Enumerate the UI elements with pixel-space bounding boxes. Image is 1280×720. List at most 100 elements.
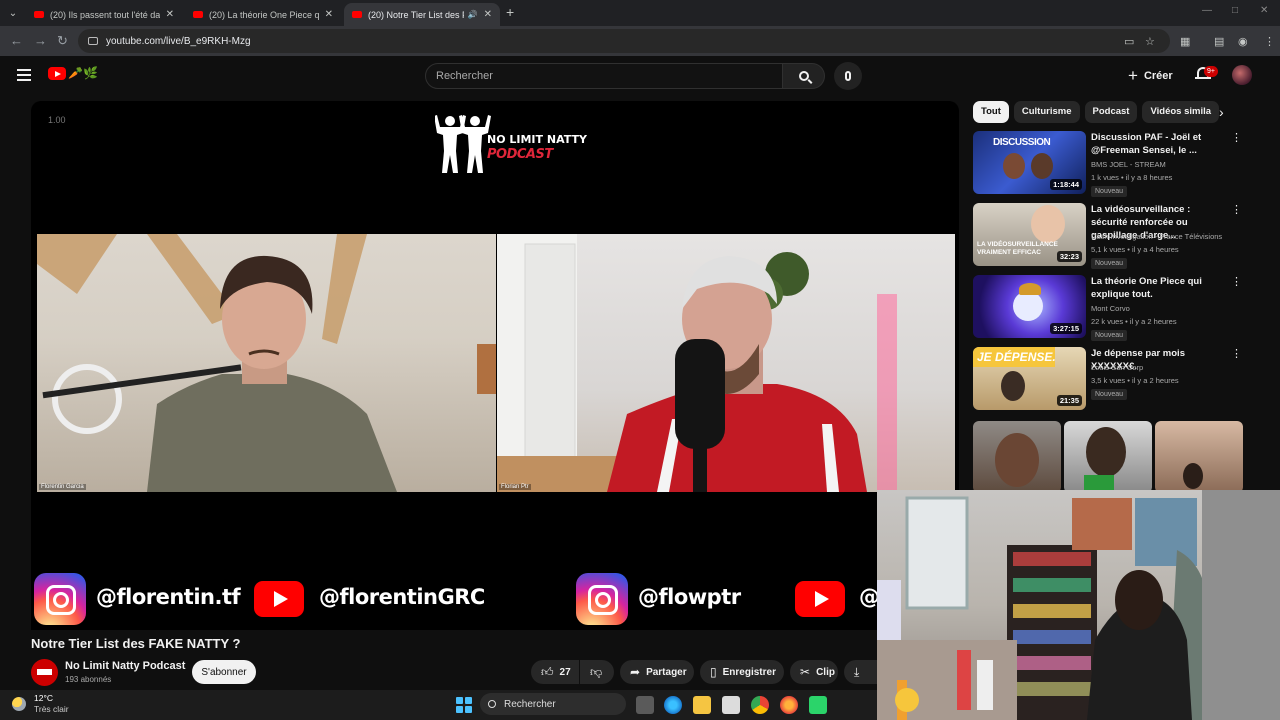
- url-field[interactable]: youtube.com/live/B_e9RKH-Mzg: [78, 29, 1170, 53]
- chip-podcast[interactable]: Podcast: [1084, 101, 1138, 123]
- recommendation-channel[interactable]: Mont Corvo: [1091, 304, 1130, 313]
- recommendation-channel[interactable]: Louis-San Corp: [1091, 363, 1143, 372]
- channel-avatar[interactable]: [31, 659, 58, 686]
- scissors-icon: ✂: [800, 665, 811, 679]
- video-thumbnail[interactable]: 3:27:15: [973, 275, 1086, 338]
- browser-tab-2[interactable]: (20) La théorie One Piece qui e ✕: [185, 3, 341, 26]
- doodle-icon[interactable]: 🥕🌿: [68, 66, 98, 80]
- subscribe-button[interactable]: S'abonner: [192, 660, 256, 684]
- extensions-icon[interactable]: ▦: [1180, 35, 1190, 48]
- video-title: Notre Tier List des FAKE NATTY ?: [31, 636, 241, 651]
- duration-badge: 3:27:15: [1050, 323, 1082, 334]
- more-options-icon[interactable]: ⋮: [1231, 277, 1242, 288]
- recommendation-item[interactable]: JE DÉPENSE. 21:35 Je dépense par mois XX…: [973, 347, 1242, 413]
- speaker-icon[interactable]: 🔊: [468, 10, 478, 19]
- maximize-icon[interactable]: □: [1232, 5, 1238, 16]
- short-thumbnail[interactable]: [1155, 421, 1243, 493]
- chip-similar-videos[interactable]: Vidéos simila: [1142, 101, 1220, 123]
- save-button[interactable]: ▯ Enregistrer: [700, 660, 784, 684]
- new-badge: Nouveau: [1091, 186, 1128, 197]
- more-options-icon[interactable]: ⋮: [1231, 133, 1242, 144]
- minimize-icon[interactable]: —: [1202, 5, 1212, 16]
- like-button[interactable]: 👍︎ 27: [531, 660, 579, 684]
- recommendation-item[interactable]: LA VIDÉOSURVEILLANCE VRAIMENT EFFICAC 32…: [973, 203, 1242, 269]
- tab-title: (20) Ils passent tout l'été dans l: [50, 9, 160, 20]
- video-thumbnail[interactable]: LA VIDÉOSURVEILLANCE VRAIMENT EFFICAC 32…: [973, 203, 1086, 266]
- reload-icon[interactable]: ↻: [57, 33, 68, 49]
- tab-search-icon[interactable]: ⌄: [4, 4, 22, 22]
- voice-search-button[interactable]: [834, 62, 862, 90]
- share-button[interactable]: ➦ Partager: [620, 660, 694, 684]
- profile-icon[interactable]: ◉: [1238, 35, 1248, 48]
- short-thumbnail[interactable]: [1064, 421, 1152, 493]
- webcam-scene: [877, 490, 1280, 720]
- search-icon: [488, 700, 496, 708]
- bookmark-star-icon[interactable]: ☆: [1145, 35, 1155, 48]
- more-options-icon[interactable]: ⋮: [1231, 205, 1242, 216]
- youtube-favicon-icon: [193, 11, 203, 18]
- file-explorer-icon[interactable]: [693, 696, 711, 714]
- hat-icon: [1019, 283, 1041, 295]
- tab-close-icon[interactable]: ✕: [484, 9, 492, 20]
- app-icon[interactable]: [809, 696, 827, 714]
- hamburger-menu-icon[interactable]: [17, 69, 31, 81]
- search-button[interactable]: [783, 63, 825, 89]
- browser-menu-icon[interactable]: ⋮: [1264, 35, 1275, 48]
- video-thumbnail[interactable]: JE DÉPENSE. 21:35: [973, 347, 1086, 410]
- short-thumbnail[interactable]: [973, 421, 1061, 493]
- new-badge: Nouveau: [1091, 258, 1128, 269]
- video-thumbnail[interactable]: DISCUSSION 1:18:44: [973, 131, 1086, 194]
- download-icon: ⤓: [854, 664, 860, 679]
- taskbar-search-label: Rechercher: [504, 698, 556, 710]
- new-tab-button[interactable]: +: [506, 4, 514, 20]
- weather-temperature[interactable]: 12°C: [34, 693, 53, 703]
- url-text: youtube.com/live/B_e9RKH-Mzg: [106, 35, 251, 47]
- youtube-logo-icon[interactable]: [48, 67, 66, 80]
- firefox-icon[interactable]: [780, 696, 798, 714]
- weather-icon[interactable]: [12, 697, 26, 711]
- camera-left-name: Florentin Garcia: [39, 484, 86, 490]
- dislike-button[interactable]: 👎︎: [580, 660, 614, 684]
- cast-icon[interactable]: ▭: [1124, 35, 1134, 48]
- recommendation-title[interactable]: La théorie One Piece qui explique tout.: [1091, 275, 1227, 301]
- site-info-icon[interactable]: [88, 37, 98, 45]
- close-window-icon[interactable]: ✕: [1260, 5, 1268, 16]
- weather-description[interactable]: Très clair: [34, 704, 69, 714]
- recommendation-channel[interactable]: BMS JOEL - STREAM: [1091, 160, 1166, 169]
- youtube-favicon-icon: [352, 11, 362, 18]
- recommendation-item[interactable]: 3:27:15 La théorie One Piece qui expliqu…: [973, 275, 1242, 341]
- back-icon[interactable]: ←: [10, 33, 23, 48]
- download-button[interactable]: ⤓: [844, 660, 878, 684]
- windows-start-icon[interactable]: [456, 697, 472, 713]
- chrome-browser-icon[interactable]: [751, 696, 769, 714]
- store-icon[interactable]: [722, 696, 740, 714]
- more-options-icon[interactable]: ⋮: [1231, 349, 1242, 360]
- account-avatar[interactable]: [1232, 65, 1252, 85]
- create-button[interactable]: + Créer: [1128, 66, 1173, 86]
- chip-bodybuilding[interactable]: Culturisme: [1013, 101, 1080, 123]
- task-view-icon[interactable]: [636, 696, 654, 714]
- chevron-right-icon[interactable]: ›: [1219, 104, 1224, 120]
- taskbar-search[interactable]: Rechercher: [480, 693, 626, 715]
- social-handle: @florentin.tf: [96, 585, 241, 609]
- tab-close-icon[interactable]: ✕: [166, 9, 174, 20]
- recommendation-channel[interactable]: Cash Investigation - France Télévisions: [1091, 232, 1222, 241]
- person-silhouette: [1001, 371, 1025, 401]
- recommendation-title[interactable]: Discussion PAF - Joël et @Freeman Sensei…: [1091, 131, 1227, 157]
- tab-close-icon[interactable]: ✕: [325, 9, 333, 20]
- browser-tab-3-active[interactable]: (20) Notre Tier List des FAKE 🔊 ✕: [344, 3, 500, 26]
- browser-tab-1[interactable]: (20) Ils passent tout l'été dans l ✕: [26, 3, 182, 26]
- person-silhouette: [1086, 427, 1126, 477]
- recommendation-meta: 1 k vues • il y a 8 heures: [1091, 173, 1173, 182]
- recommendation-item[interactable]: DISCUSSION 1:18:44 Discussion PAF - Joël…: [973, 131, 1242, 197]
- video-player[interactable]: 1.00 NO LIMIT NATTY PODCAST Florentin Ga…: [31, 101, 959, 630]
- clip-button[interactable]: ✂ Clip: [790, 660, 838, 684]
- forward-icon[interactable]: →: [34, 33, 47, 48]
- channel-name[interactable]: No Limit Natty Podcast: [65, 660, 185, 672]
- browser-tab-strip: ⌄ (20) Ils passent tout l'été dans l ✕ (…: [0, 0, 1280, 26]
- search-input[interactable]: Rechercher: [425, 63, 783, 89]
- edge-browser-icon[interactable]: [664, 696, 682, 714]
- sidepanel-icon[interactable]: ▤: [1214, 35, 1224, 48]
- chip-all[interactable]: Tout: [973, 101, 1009, 123]
- create-label: Créer: [1143, 70, 1173, 82]
